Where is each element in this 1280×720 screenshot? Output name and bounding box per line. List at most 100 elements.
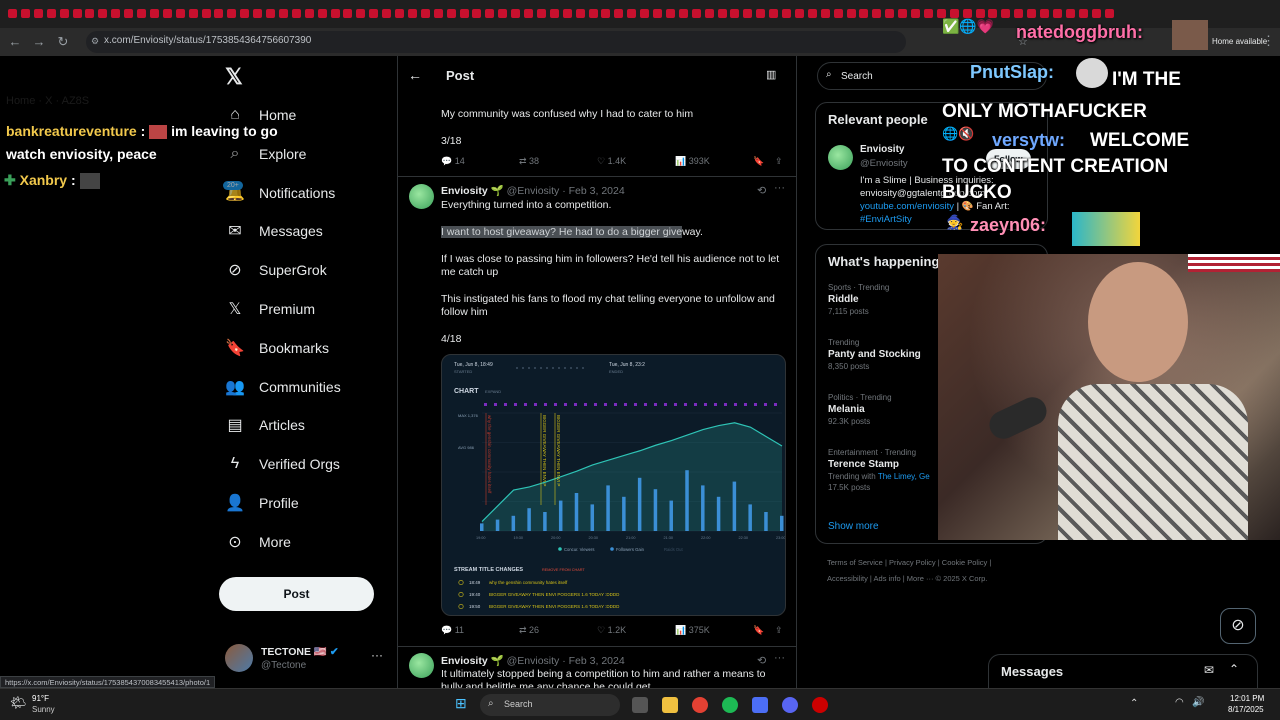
- share-icon[interactable]: ⇪: [775, 625, 783, 636]
- reply-button[interactable]: 💬 11: [441, 625, 464, 636]
- tab-favicon[interactable]: [304, 9, 314, 18]
- grok-icon[interactable]: ⟲: [757, 654, 766, 667]
- tab-favicon[interactable]: [769, 9, 779, 18]
- tab-favicon[interactable]: [691, 9, 701, 18]
- footer-ads[interactable]: Ads info: [874, 574, 901, 583]
- tweet-more-icon[interactable]: ···: [774, 182, 785, 194]
- like-button[interactable]: ♡ 1.4K: [597, 156, 626, 167]
- x-logo-icon[interactable]: 𝕏: [225, 64, 243, 90]
- reader-view-icon[interactable]: ▥: [766, 68, 776, 81]
- tab-favicon[interactable]: [124, 9, 134, 18]
- tweet-image-chart[interactable]: Tue, Jun 8, 18:49 STARTED Tue, Jun 8, 23:2…: [441, 354, 786, 616]
- post-button[interactable]: Post: [219, 577, 374, 611]
- tweet-author-handle[interactable]: @Enviosity: [507, 185, 560, 197]
- account-avatar[interactable]: [225, 644, 253, 672]
- tab-favicon[interactable]: [8, 9, 17, 18]
- grok-floating-button[interactable]: ⊘: [1220, 608, 1256, 644]
- weather-icon[interactable]: 🌤: [10, 695, 27, 711]
- tweet-avatar[interactable]: [409, 653, 434, 678]
- sidebar-item-more[interactable]: ⊙ More: [225, 527, 395, 557]
- grok-icon[interactable]: ⟲: [757, 184, 766, 197]
- url-field[interactable]: ⚙ x.com/Enviosity/status/175385436475660…: [86, 31, 906, 53]
- account-more-icon[interactable]: ···: [371, 648, 383, 662]
- bookmark-icon[interactable]: 🔖: [753, 156, 764, 167]
- sidebar-item-verified-orgs[interactable]: ϟ Verified Orgs: [225, 449, 395, 479]
- tab-favicon[interactable]: [511, 9, 521, 18]
- tab-favicon[interactable]: [485, 9, 495, 18]
- tab-favicon[interactable]: [911, 9, 920, 18]
- tab-favicon[interactable]: [949, 9, 959, 18]
- tab-favicon[interactable]: [885, 9, 895, 18]
- tab-favicon[interactable]: [1040, 9, 1049, 18]
- spotify-icon[interactable]: [722, 697, 738, 713]
- tab-favicon[interactable]: [717, 9, 727, 18]
- share-icon[interactable]: ⇪: [775, 156, 783, 167]
- tab-favicon[interactable]: [253, 9, 263, 18]
- tab-favicon[interactable]: [1078, 9, 1088, 18]
- tab-favicon[interactable]: [111, 9, 121, 18]
- wifi-icon[interactable]: ◠: [1175, 697, 1184, 708]
- views-button[interactable]: 📊 393K: [675, 156, 710, 167]
- tab-favicon[interactable]: [833, 9, 843, 18]
- tab-favicon[interactable]: [382, 9, 392, 18]
- tab-favicon[interactable]: [420, 9, 430, 18]
- discord-icon[interactable]: [782, 697, 798, 713]
- tab-favicon[interactable]: [407, 9, 417, 18]
- footer-more[interactable]: More ···: [907, 574, 934, 583]
- tab-favicon[interactable]: [872, 9, 882, 18]
- tab-favicon[interactable]: [459, 9, 469, 18]
- tab-favicon[interactable]: [1104, 9, 1114, 18]
- retweet-button[interactable]: ⇄ 26: [519, 625, 539, 636]
- site-info-icon[interactable]: ⚙: [91, 36, 99, 47]
- tab-favicon[interactable]: [627, 9, 637, 18]
- tweet-avatar[interactable]: [409, 184, 434, 209]
- tab-favicon[interactable]: [653, 9, 662, 18]
- tab-favicon[interactable]: [704, 9, 714, 18]
- obs-icon[interactable]: [812, 697, 828, 713]
- expand-icon[interactable]: ⌃: [1229, 662, 1239, 676]
- tab-favicon[interactable]: [640, 9, 650, 18]
- messages-drawer[interactable]: Messages ✉ ⌃: [988, 654, 1258, 688]
- tab-favicon[interactable]: [227, 9, 237, 18]
- tab-favicon[interactable]: [266, 9, 275, 18]
- tab-favicon[interactable]: [1001, 9, 1011, 18]
- tab-favicon[interactable]: [59, 9, 69, 18]
- reload-icon[interactable]: ↻: [54, 33, 72, 51]
- tweet-author-handle[interactable]: @Enviosity: [507, 655, 560, 667]
- tab-favicon[interactable]: [356, 9, 366, 18]
- account-name[interactable]: TECTONE 🇺🇸 ✔: [261, 645, 339, 658]
- sidebar-item-profile[interactable]: 👤 Profile: [225, 488, 395, 518]
- tab-favicon[interactable]: [433, 9, 443, 18]
- tab-favicon[interactable]: [33, 9, 43, 18]
- tab-favicon[interactable]: [395, 9, 404, 18]
- person-name[interactable]: Enviosity: [860, 144, 904, 155]
- windows-start-icon[interactable]: ⊞: [455, 695, 467, 712]
- footer-privacy[interactable]: Privacy Policy: [889, 558, 936, 567]
- tab-favicon[interactable]: [330, 9, 340, 18]
- tab-favicon[interactable]: [588, 9, 598, 18]
- tab-favicon[interactable]: [536, 9, 546, 18]
- tab-favicon[interactable]: [601, 9, 611, 18]
- views-button[interactable]: 📊 375K: [675, 625, 710, 636]
- tab-favicon[interactable]: [975, 9, 985, 18]
- tweet-more-icon[interactable]: ···: [774, 652, 785, 664]
- tab-favicon[interactable]: [162, 9, 172, 18]
- person-avatar[interactable]: [828, 145, 853, 170]
- tab-favicon[interactable]: [962, 9, 972, 18]
- tab-favicon[interactable]: [20, 9, 30, 18]
- tab-favicon[interactable]: [137, 9, 146, 18]
- tab-favicon[interactable]: [317, 9, 327, 18]
- bookmark-icon[interactable]: 🔖: [753, 625, 764, 636]
- tab-favicon[interactable]: [201, 9, 211, 18]
- tab-favicon[interactable]: [214, 9, 224, 18]
- tab-favicon[interactable]: [369, 9, 379, 18]
- tab-favicon[interactable]: [98, 9, 108, 18]
- tab-favicon[interactable]: [1014, 9, 1024, 18]
- tab-favicon[interactable]: [562, 9, 572, 18]
- tab-favicon[interactable]: [665, 9, 675, 18]
- tab-favicon[interactable]: [898, 9, 908, 18]
- tab-favicon[interactable]: [1091, 9, 1101, 18]
- tweet-date[interactable]: · Feb 3, 2024: [562, 185, 624, 197]
- tab-favicon[interactable]: [807, 9, 817, 18]
- tab-favicon[interactable]: [46, 9, 56, 18]
